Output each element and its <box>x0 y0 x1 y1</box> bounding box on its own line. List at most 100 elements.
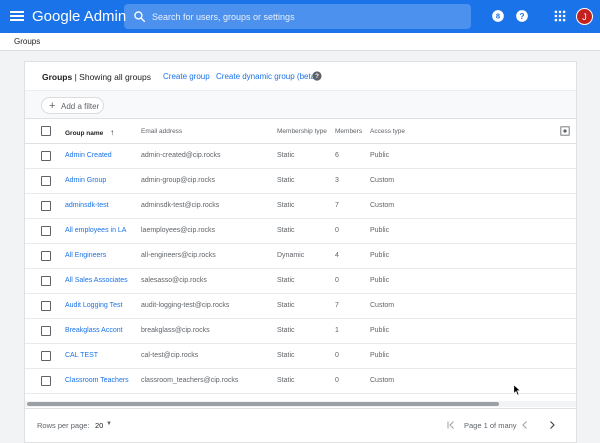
access-type-cell: Custom <box>370 377 395 384</box>
row-checkbox[interactable] <box>41 176 51 186</box>
access-type-cell: Custom <box>370 202 395 209</box>
avatar[interactable]: J <box>576 8 593 25</box>
members-cell: 4 <box>335 252 339 259</box>
help-icon[interactable]: ? <box>515 9 529 23</box>
row-checkbox[interactable] <box>41 151 51 161</box>
row-checkbox[interactable] <box>41 376 51 386</box>
table-row[interactable]: adminsdk-test adminsdk-test@cip.rocks Stat… <box>25 194 576 219</box>
row-checkbox[interactable] <box>41 326 51 336</box>
email-cell: laemployees@cip.rocks <box>141 227 216 234</box>
access-type-cell: Public <box>370 327 390 334</box>
members-cell: 0 <box>335 377 339 384</box>
group-name-link[interactable]: adminsdk-test <box>65 202 109 209</box>
rows-per-page-select[interactable]: 20 ▼ <box>92 420 116 432</box>
column-members[interactable]: Members <box>335 128 362 135</box>
search-bar[interactable] <box>124 4 471 29</box>
groups-title: Groups <box>42 72 73 82</box>
first-page-icon[interactable] <box>445 419 457 431</box>
group-name-link[interactable]: Admin Group <box>65 177 106 184</box>
scrollbar-thumb[interactable] <box>27 402 499 406</box>
membership-type-cell: Static <box>277 202 295 209</box>
search-icon[interactable] <box>133 10 146 23</box>
card-header: Groups | Showing all groups Create group… <box>25 62 576 90</box>
membership-type-cell: Static <box>277 152 295 159</box>
table-row[interactable]: All Engineers all-engineers@cip.rocks Dyna… <box>25 244 576 269</box>
row-checkbox[interactable] <box>41 226 51 236</box>
add-filter-button[interactable]: + Add a filter <box>41 97 104 114</box>
group-name-link[interactable]: All employees in LA <box>65 227 126 234</box>
svg-text:8: 8 <box>496 12 500 21</box>
membership-type-cell: Static <box>277 377 295 384</box>
group-name-link[interactable]: Classroom Teachers <box>65 377 129 384</box>
access-type-cell: Public <box>370 227 390 234</box>
column-email[interactable]: Email address <box>141 128 182 135</box>
members-cell: 7 <box>335 302 339 309</box>
access-type-cell: Public <box>370 252 390 259</box>
table-row[interactable]: Admin Group admin-group@cip.rocks Static 3 C… <box>25 169 576 194</box>
add-filter-label: Add a filter <box>61 102 100 111</box>
create-dynamic-group-link[interactable]: Create dynamic group (beta) <box>216 72 318 81</box>
membership-type-cell: Static <box>277 302 295 309</box>
access-type-cell: Public <box>370 277 390 284</box>
table-row[interactable]: Classroom Teachers classroom_teachers@cip… <box>25 369 576 394</box>
row-checkbox[interactable] <box>41 251 51 261</box>
membership-type-cell: Static <box>277 352 295 359</box>
column-access-type[interactable]: Access type <box>370 128 405 135</box>
column-settings-icon[interactable] <box>560 126 570 136</box>
table-row[interactable]: Audit Logging Test audit-logging-test@cip… <box>25 294 576 319</box>
email-cell: admin-created@cip.rocks <box>141 152 221 159</box>
email-cell: audit-logging-test@cip.rocks <box>141 302 230 309</box>
select-all-checkbox[interactable] <box>41 126 51 136</box>
svg-text:?: ? <box>520 12 525 21</box>
mouse-pointer-icon <box>513 384 522 396</box>
group-name-link[interactable]: Audit Logging Test <box>65 302 122 309</box>
table-row[interactable]: All Sales Associates salesasso@cip.rocks S… <box>25 269 576 294</box>
members-cell: 0 <box>335 352 339 359</box>
row-checkbox[interactable] <box>41 351 51 361</box>
email-cell: cal-test@cip.rocks <box>141 352 199 359</box>
support-icon[interactable]: 8 <box>491 9 505 23</box>
sort-ascending-icon[interactable]: ↑ <box>110 128 114 137</box>
previous-page-icon[interactable] <box>519 419 531 431</box>
access-type-cell: Public <box>370 352 390 359</box>
column-group-name-label: Group name <box>65 130 104 137</box>
email-cell: salesasso@cip.rocks <box>141 277 207 284</box>
members-cell: 0 <box>335 277 339 284</box>
members-cell: 1 <box>335 327 339 334</box>
top-app-bar: Google Admin 8 ? J <box>0 0 600 33</box>
row-checkbox[interactable] <box>41 276 51 286</box>
column-membership-type[interactable]: Membership type <box>277 128 327 135</box>
search-input[interactable] <box>152 8 462 25</box>
next-page-icon[interactable] <box>546 419 558 431</box>
group-name-link[interactable]: All Engineers <box>65 252 106 259</box>
access-type-cell: Custom <box>370 177 395 184</box>
table-row[interactable]: Admin Created admin-created@cip.rocks Stat… <box>25 144 576 169</box>
horizontal-scrollbar[interactable] <box>25 401 576 407</box>
table-row[interactable]: CAL TEST cal-test@cip.rocks Static 0 Public <box>25 344 576 369</box>
membership-type-cell: Static <box>277 327 295 334</box>
group-name-link[interactable]: All Sales Associates <box>65 277 128 284</box>
row-checkbox[interactable] <box>41 301 51 311</box>
group-name-link[interactable]: Breakglass Accont <box>65 327 123 334</box>
page-title: Groups | Showing all groups <box>42 72 151 82</box>
breadcrumb[interactable]: Groups <box>14 37 40 46</box>
chevron-down-icon: ▼ <box>106 421 112 427</box>
pagination-footer: Rows per page: 20 ▼ Page 1 of many <box>25 408 576 442</box>
members-cell: 0 <box>335 227 339 234</box>
table-row[interactable]: Breakglass Accont breakglass@cip.rocks Sta… <box>25 319 576 344</box>
groups-card: Groups | Showing all groups Create group… <box>24 61 577 443</box>
column-group-name[interactable]: Group name ↑ <box>65 128 114 137</box>
membership-type-cell: Static <box>277 227 295 234</box>
help-circle-icon[interactable]: ? <box>312 71 322 81</box>
apps-grid-icon[interactable] <box>553 9 567 23</box>
row-checkbox[interactable] <box>41 201 51 211</box>
menu-icon[interactable] <box>10 9 24 23</box>
table-row[interactable]: All employees in LA laemployees@cip.rocks… <box>25 219 576 244</box>
svg-text:?: ? <box>315 73 319 80</box>
page-info: Page 1 of many <box>464 421 517 430</box>
app-title[interactable]: Google Admin <box>32 8 126 25</box>
group-name-link[interactable]: CAL TEST <box>65 352 98 359</box>
group-name-link[interactable]: Admin Created <box>65 152 112 159</box>
create-group-link[interactable]: Create group <box>163 72 210 81</box>
filter-bar: + Add a filter <box>25 90 576 118</box>
